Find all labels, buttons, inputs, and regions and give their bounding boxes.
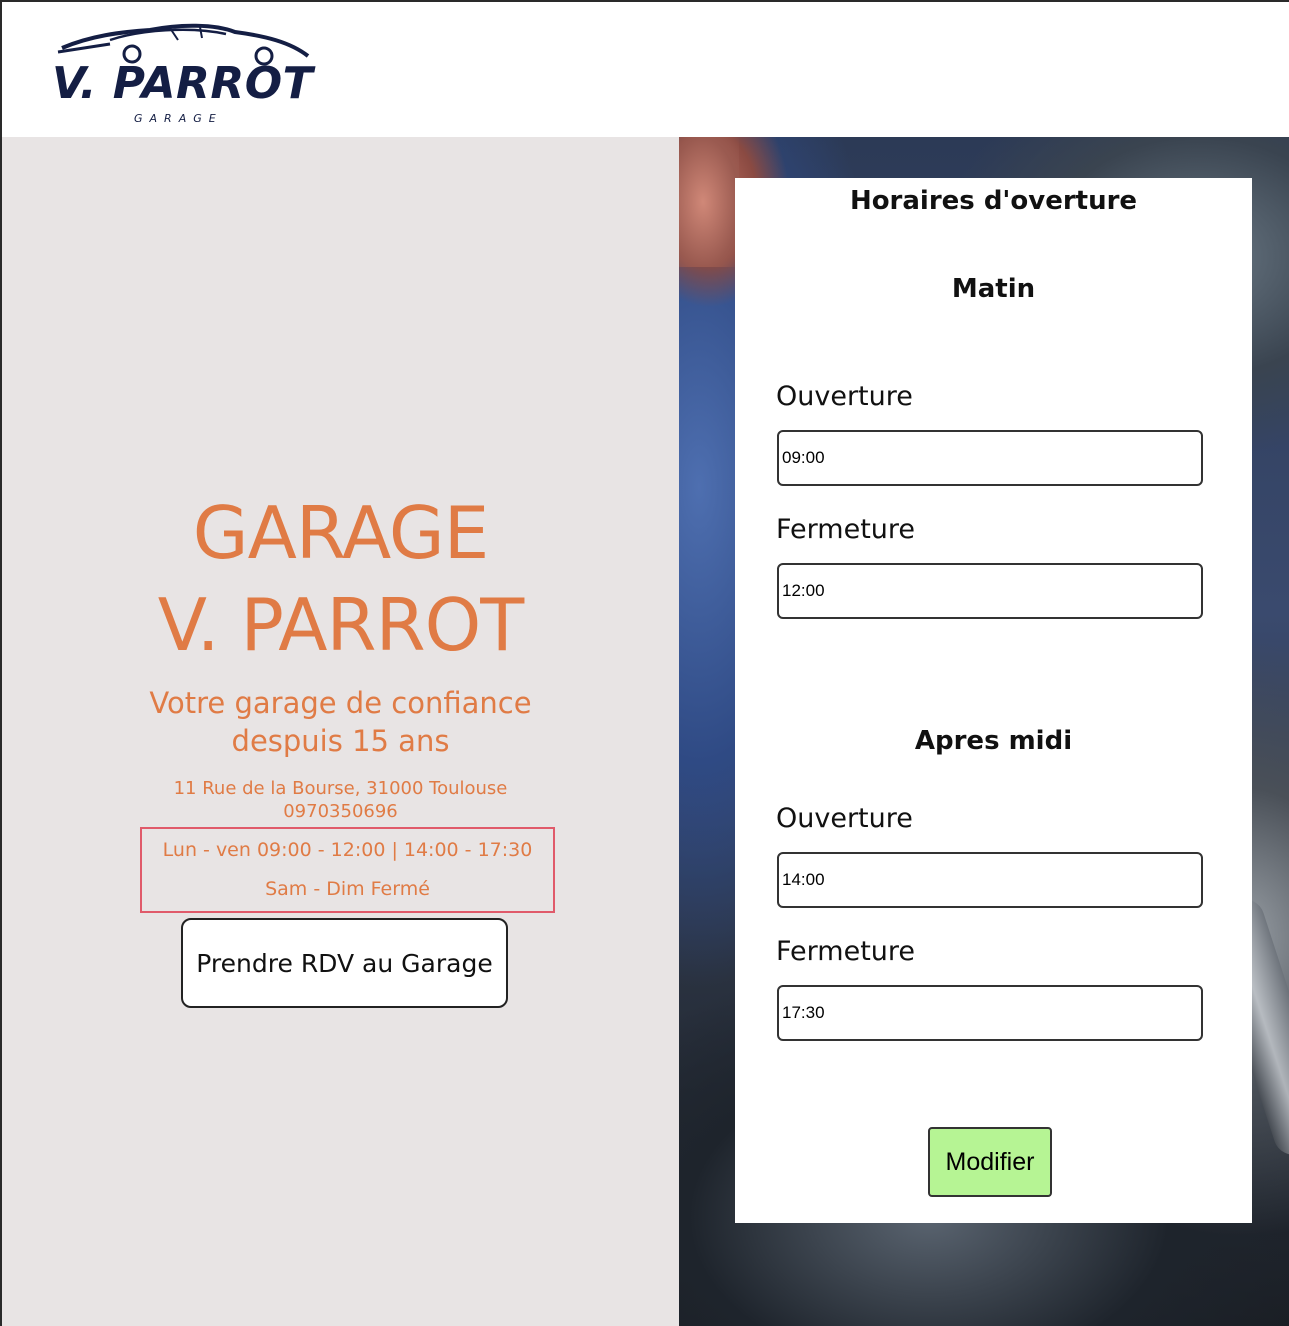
afternoon-close-label: Fermeture [776,936,916,967]
photo-detail [679,137,739,267]
hours-weekend: Sam - Dim Fermé [265,878,430,900]
afternoon-close-input[interactable] [777,985,1203,1041]
logo-subtitle: GARAGE [134,112,223,125]
phone-text: 0970350696 [283,801,398,822]
morning-open-input[interactable] [777,430,1203,486]
hours-weekdays: Lun - ven 09:00 - 12:00 | 14:00 - 17:30 [162,839,533,861]
opening-hours-box: Lun - ven 09:00 - 12:00 | 14:00 - 17:30 … [140,827,555,913]
site-header: V. PARROT GARAGE [2,2,1289,137]
morning-close-input[interactable] [777,563,1203,619]
logo-text: V. PARROT [52,58,314,109]
logo[interactable]: V. PARROT GARAGE [50,18,330,128]
modify-button[interactable]: Modifier [928,1127,1052,1197]
address-text: 11 Rue de la Bourse, 31000 Toulouse [173,778,508,799]
book-appointment-button[interactable]: Prendre RDV au Garage [181,918,508,1008]
hero-title-line2: V. PARROT [157,583,525,667]
afternoon-open-input[interactable] [777,852,1203,908]
hero-panel: GARAGE V. PARROT Votre garage de confian… [2,137,679,1326]
hero-title-line1: GARAGE [192,491,489,575]
afternoon-heading: Apres midi [914,726,1073,756]
tagline-line2: despuis 15 ans [231,724,450,758]
tagline-line1: Votre garage de confiance [149,686,532,720]
afternoon-open-label: Ouverture [776,803,913,834]
morning-heading: Matin [951,274,1036,304]
hours-form-card: Horaires d'overture Matin Ouverture Ferm… [735,178,1252,1223]
form-title: Horaires d'overture [849,186,1138,216]
morning-open-label: Ouverture [776,381,913,412]
morning-close-label: Fermeture [776,514,916,545]
